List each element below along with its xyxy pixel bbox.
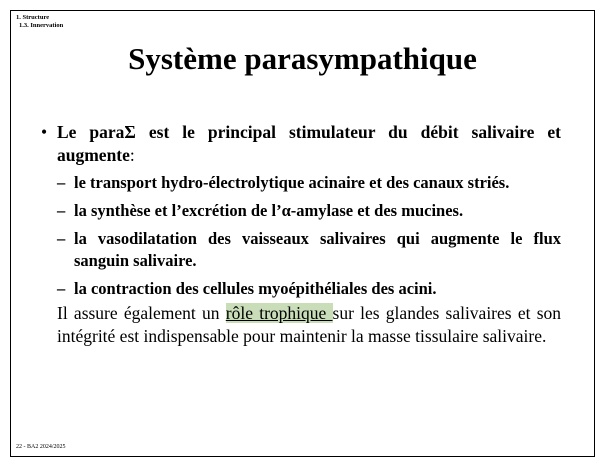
- dash-mark: –: [57, 173, 66, 192]
- sub-item: – la contraction des cellules myoépithél…: [57, 278, 561, 300]
- breadcrumb-section: 1. Structure: [16, 14, 50, 21]
- paragraph-start: Il assure également un: [57, 303, 226, 323]
- slide: 1. Structure 1.3. Innervation Système pa…: [10, 10, 595, 457]
- conclusion-paragraph: Il assure également un rôle trophique su…: [41, 302, 561, 348]
- sub-list: – le transport hydro-électrolytique acin…: [41, 172, 561, 300]
- bullet-mark: •: [41, 122, 48, 142]
- main-bullet: • Le paraΣ est le principal stimulateur …: [41, 121, 561, 167]
- sub-item-text: le transport hydro-électrolytique acinai…: [74, 173, 510, 192]
- main-bullet-colon: :: [129, 145, 135, 165]
- sub-item: – la vasodilatation des vaisseaux saliva…: [57, 228, 561, 272]
- highlighted-term: rôle trophique: [225, 303, 333, 323]
- breadcrumb: 1. Structure 1.3. Innervation: [16, 14, 63, 30]
- slide-footer: 22 - BA2 2024/2025: [16, 444, 66, 450]
- dash-mark: –: [57, 229, 66, 248]
- dash-mark: –: [57, 279, 66, 298]
- sub-item: – la synthèse et l’excrétion de l’α-amyl…: [57, 200, 561, 222]
- sub-item-text: la synthèse et l’excrétion de l’α-amylas…: [74, 201, 464, 220]
- sub-item-text: la contraction des cellules myoépithélia…: [74, 279, 437, 298]
- breadcrumb-subsection: 1.3. Innervation: [19, 22, 64, 29]
- sub-item: – le transport hydro-électrolytique acin…: [57, 172, 561, 194]
- slide-title: Système parasympathique: [128, 41, 477, 76]
- slide-content: • Le paraΣ est le principal stimulateur …: [41, 121, 561, 348]
- dash-mark: –: [57, 201, 66, 220]
- sub-item-text: la vasodilatation des vaisseaux salivair…: [74, 229, 561, 270]
